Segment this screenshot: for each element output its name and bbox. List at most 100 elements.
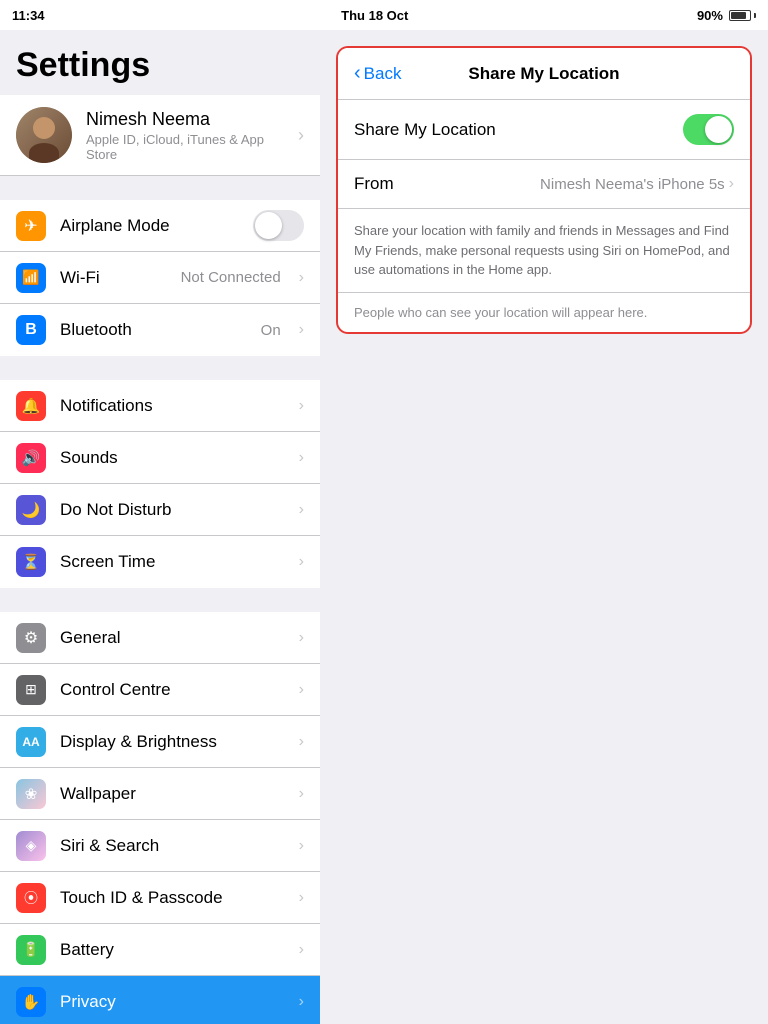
displaybrightness-icon: AA: [16, 727, 46, 757]
row-controlcentre[interactable]: ⊞ Control Centre ›: [0, 664, 320, 716]
from-value: Nimesh Neema's iPhone 5s: [414, 176, 725, 193]
avatar: [16, 107, 72, 163]
touchid-icon: ⦿: [16, 883, 46, 913]
sirisearch-chevron: ›: [299, 837, 304, 855]
donotdisturb-icon: 🌙: [16, 495, 46, 525]
wifi-value: Not Connected: [181, 269, 281, 286]
wifi-label: Wi-Fi: [60, 268, 167, 288]
status-time: 11:34: [12, 8, 45, 23]
displaybrightness-label: Display & Brightness: [60, 732, 285, 752]
row-sirisearch[interactable]: ◈ Siri & Search ›: [0, 820, 320, 872]
airplane-label: Airplane Mode: [60, 216, 239, 236]
touchid-label: Touch ID & Passcode: [60, 888, 285, 908]
row-notifications[interactable]: 🔔 Notifications ›: [0, 380, 320, 432]
bluetooth-icon: B: [16, 315, 46, 345]
row-general[interactable]: ⚙ General ›: [0, 612, 320, 664]
donotdisturb-label: Do Not Disturb: [60, 500, 285, 520]
general-icon: ⚙: [16, 623, 46, 653]
bluetooth-value: On: [261, 322, 281, 339]
right-panel: ‹ Back Share My Location Share My Locati…: [320, 30, 768, 1024]
airplane-icon: ✈: [16, 211, 46, 241]
share-my-location-toggle[interactable]: [683, 114, 734, 145]
privacy-chevron: ›: [299, 993, 304, 1011]
privacy-icon: ✋: [16, 987, 46, 1017]
privacy-label: Privacy: [60, 992, 285, 1012]
displaybrightness-chevron: ›: [299, 733, 304, 751]
screentime-label: Screen Time: [60, 552, 285, 572]
airplane-toggle[interactable]: [253, 210, 304, 241]
controlcentre-icon: ⊞: [16, 675, 46, 705]
share-toggle-row: Share My Location: [338, 100, 750, 160]
row-screentime[interactable]: ⏳ Screen Time ›: [0, 536, 320, 588]
detail-card: ‹ Back Share My Location Share My Locati…: [336, 46, 752, 334]
donotdisturb-chevron: ›: [299, 501, 304, 519]
wifi-icon: 📶: [16, 263, 46, 293]
share-description: Share your location with family and frie…: [338, 209, 750, 293]
controlcentre-chevron: ›: [299, 681, 304, 699]
wallpaper-label: Wallpaper: [60, 784, 285, 804]
settings-title: Settings: [16, 46, 304, 85]
detail-header: ‹ Back Share My Location: [338, 48, 750, 100]
wallpaper-chevron: ›: [299, 785, 304, 803]
row-wallpaper[interactable]: ❀ Wallpaper ›: [0, 768, 320, 820]
profile-chevron: ›: [298, 125, 304, 146]
back-label: Back: [364, 64, 402, 84]
sounds-chevron: ›: [299, 449, 304, 467]
battery-icon: [729, 10, 756, 21]
row-bluetooth[interactable]: B Bluetooth On ›: [0, 304, 320, 356]
group-system-inner: ⚙ General › ⊞ Control Centre › AA: [0, 612, 320, 1024]
people-note: People who can see your location will ap…: [338, 293, 750, 332]
wallpaper-icon: ❀: [16, 779, 46, 809]
group-connectivity: ✈ Airplane Mode 📶 Wi-Fi Not Connected ›: [0, 200, 320, 356]
screentime-icon: ⏳: [16, 547, 46, 577]
status-date: Thu 18 Oct: [341, 8, 408, 23]
battery-label: Battery: [60, 940, 285, 960]
row-sounds[interactable]: 🔊 Sounds ›: [0, 432, 320, 484]
profile-name: Nimesh Neema: [86, 109, 284, 130]
sounds-icon: 🔊: [16, 443, 46, 473]
screentime-chevron: ›: [299, 553, 304, 571]
touchid-chevron: ›: [299, 889, 304, 907]
sounds-label: Sounds: [60, 448, 285, 468]
notifications-label: Notifications: [60, 396, 285, 416]
group-system: ⚙ General › ⊞ Control Centre › AA: [0, 612, 320, 1024]
controlcentre-label: Control Centre: [60, 680, 285, 700]
general-label: General: [60, 628, 285, 648]
bluetooth-chevron: ›: [299, 321, 304, 339]
notifications-chevron: ›: [299, 397, 304, 415]
from-chevron: ›: [729, 175, 734, 193]
group-connectivity-inner: ✈ Airplane Mode 📶 Wi-Fi Not Connected ›: [0, 200, 320, 356]
profile-row[interactable]: Nimesh Neema Apple ID, iCloud, iTunes & …: [0, 95, 320, 176]
group-alerts-inner: 🔔 Notifications › 🔊 Sounds › 🌙: [0, 380, 320, 588]
row-privacy[interactable]: ✋ Privacy ›: [0, 976, 320, 1024]
sirisearch-icon: ◈: [16, 831, 46, 861]
detail-title: Share My Location: [424, 64, 664, 84]
row-touchid[interactable]: ⦿ Touch ID & Passcode ›: [0, 872, 320, 924]
wifi-chevron: ›: [299, 269, 304, 287]
bluetooth-label: Bluetooth: [60, 320, 247, 340]
row-airplane[interactable]: ✈ Airplane Mode: [0, 200, 320, 252]
from-row[interactable]: From Nimesh Neema's iPhone 5s ›: [338, 160, 750, 209]
profile-subtitle: Apple ID, iCloud, iTunes & App Store: [86, 132, 284, 162]
back-button[interactable]: ‹ Back: [354, 62, 424, 85]
row-wifi[interactable]: 📶 Wi-Fi Not Connected ›: [0, 252, 320, 304]
sirisearch-label: Siri & Search: [60, 836, 285, 856]
settings-panel: Settings Nimesh Neema Apple ID, iCloud, …: [0, 30, 320, 1024]
main-layout: Settings Nimesh Neema Apple ID, iCloud, …: [0, 30, 768, 1024]
settings-header: Settings: [0, 30, 320, 95]
battery-row-chevron: ›: [299, 941, 304, 959]
group-alerts: 🔔 Notifications › 🔊 Sounds › 🌙: [0, 380, 320, 588]
battery-percent: 90%: [697, 8, 723, 23]
status-bar-right: 90%: [697, 8, 756, 23]
row-battery[interactable]: 🔋 Battery ›: [0, 924, 320, 976]
profile-info: Nimesh Neema Apple ID, iCloud, iTunes & …: [86, 109, 284, 162]
status-bar: 11:34 Thu 18 Oct 90%: [0, 0, 768, 30]
notifications-icon: 🔔: [16, 391, 46, 421]
row-displaybrightness[interactable]: AA Display & Brightness ›: [0, 716, 320, 768]
row-donotdisturb[interactable]: 🌙 Do Not Disturb ›: [0, 484, 320, 536]
from-label: From: [354, 174, 414, 194]
share-toggle-label: Share My Location: [354, 120, 683, 140]
general-chevron: ›: [299, 629, 304, 647]
back-chevron-icon: ‹: [354, 62, 361, 85]
battery-row-icon: 🔋: [16, 935, 46, 965]
